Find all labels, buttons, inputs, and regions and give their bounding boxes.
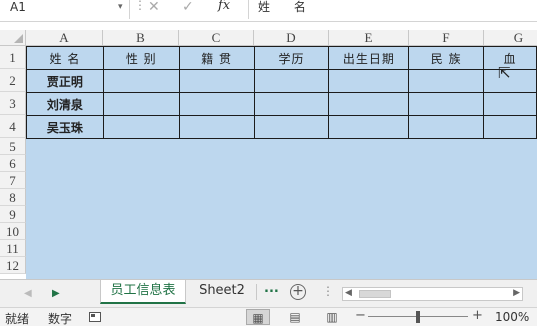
table-cell[interactable] [253,69,330,93]
horizontal-scrollbar[interactable]: ◀ ▶ [342,287,523,301]
zoom-out-button[interactable]: − [355,308,366,323]
table-row: 贾正明 [26,69,537,93]
row-header[interactable]: 10 [0,223,26,240]
row-header[interactable]: 3 [0,92,26,115]
close-icon[interactable]: ✕ [148,0,160,15]
row-header[interactable]: 1 [0,46,26,69]
column-header-e[interactable]: E [329,30,409,46]
name-box-value: A1 [10,0,26,14]
table-row: 吴玉珠 [26,115,537,139]
select-all-button[interactable] [0,30,26,46]
table-cell[interactable] [102,115,180,139]
formula-bar-grip-icon: ⋮ [134,0,146,12]
row-header[interactable]: 5 [0,138,26,155]
formula-bar: A1 ▾ ⋮ ✕ ✓ fx 姓 名 [0,0,537,22]
macro-record-icon[interactable] [89,312,101,322]
table-cell[interactable] [483,115,537,139]
row-header[interactable]: 4 [0,115,26,138]
sheet-tab-sheet2[interactable]: Sheet2 [192,280,252,304]
column-header-f[interactable]: F [409,30,484,46]
table-cell[interactable] [178,115,255,139]
row-header[interactable]: 12 [0,257,26,274]
name-box-dropdown-icon[interactable]: ▾ [118,2,123,12]
row-header[interactable]: 9 [0,206,26,223]
table-cell[interactable]: 学历 [253,46,330,70]
table-cell[interactable] [328,115,410,139]
formula-bar-divider [248,0,249,19]
table-cell[interactable]: 姓 名 [26,46,104,70]
insert-function-button[interactable]: fx [218,0,230,13]
name-box[interactable]: A1 [0,0,130,19]
row-header[interactable]: 6 [0,155,26,172]
table-cell[interactable] [328,69,410,93]
table-row: 刘清泉 [26,92,537,116]
column-header-d[interactable]: D [254,30,329,46]
row-headers: 1 2 3 4 5 6 7 8 9 10 11 12 [0,46,26,274]
table-cell[interactable]: 性 别 [102,46,180,70]
tab-divider [256,284,257,300]
more-sheets-button[interactable]: ... [264,281,279,296]
table-cell[interactable]: 出生日期 [328,46,410,70]
sheet-tabs-bar: ◀ ▶ 员工信息表 Sheet2 ... + ⋮ ◀ ▶ [0,279,537,307]
table-cell[interactable] [408,69,485,93]
normal-view-icon[interactable]: ▦ [246,309,270,325]
row-header[interactable]: 7 [0,172,26,189]
row-header[interactable]: 11 [0,240,26,257]
table-cell[interactable] [102,69,180,93]
status-ready: 就绪 [5,312,30,326]
page-layout-view-icon[interactable]: ▤ [283,309,307,325]
table-header-row: 姓 名 性 别 籍 贯 学历 出生日期 民 族 血 [26,46,537,70]
next-sheet-icon[interactable]: ▶ [52,288,60,299]
scroll-left-icon[interactable]: ◀ [345,288,352,298]
column-header-b[interactable]: B [103,30,179,46]
plus-circle-icon[interactable]: + [290,284,306,300]
row-header[interactable]: 8 [0,189,26,206]
column-header-a[interactable]: A [26,30,103,46]
sheet-tab-active[interactable]: 员工信息表 [100,280,186,304]
column-headers: A B C D E F G [26,30,537,46]
mouse-cursor-icon: ⇱ [498,64,511,82]
zoom-in-button[interactable]: + [472,308,483,323]
zoom-slider-thumb[interactable] [416,311,420,323]
column-header-g[interactable]: G [484,30,537,46]
table-cell[interactable]: 籍 贯 [178,46,255,70]
employee-table: 姓 名 性 别 籍 贯 学历 出生日期 民 族 血 贾正明 刘清泉 吴玉珠 [26,46,537,139]
status-bar: 就绪 数字 ▦ ▤ ▥ − + 100% [0,307,537,326]
status-mode: 数字 [48,312,73,326]
previous-sheet-icon[interactable]: ◀ [24,288,32,299]
table-cell[interactable] [408,92,485,116]
table-cell[interactable] [178,69,255,93]
table-cell[interactable] [483,92,537,116]
table-cell[interactable] [102,92,180,116]
table-cell[interactable] [328,92,410,116]
zoom-level[interactable]: 100% [495,310,529,324]
scroll-splitter-icon[interactable]: ⋮ [322,284,334,298]
worksheet-grid[interactable]: A B C D E F G 1 2 3 4 5 6 7 8 9 10 11 12… [0,30,537,279]
page-break-view-icon[interactable]: ▥ [320,309,344,325]
check-icon[interactable]: ✓ [182,0,194,15]
table-cell[interactable] [253,115,330,139]
table-cell[interactable] [253,92,330,116]
table-cell[interactable]: 民 族 [408,46,485,70]
column-header-c[interactable]: C [179,30,254,46]
formula-input[interactable]: 姓 名 [258,0,316,14]
row-header[interactable]: 2 [0,69,26,92]
scroll-right-icon[interactable]: ▶ [513,288,520,298]
table-cell[interactable]: 贾正明 [26,69,104,93]
table-cell[interactable]: 吴玉珠 [26,115,104,139]
scrollbar-thumb[interactable] [359,290,391,298]
table-cell[interactable] [408,115,485,139]
table-cell[interactable] [178,92,255,116]
table-cell[interactable]: 刘清泉 [26,92,104,116]
